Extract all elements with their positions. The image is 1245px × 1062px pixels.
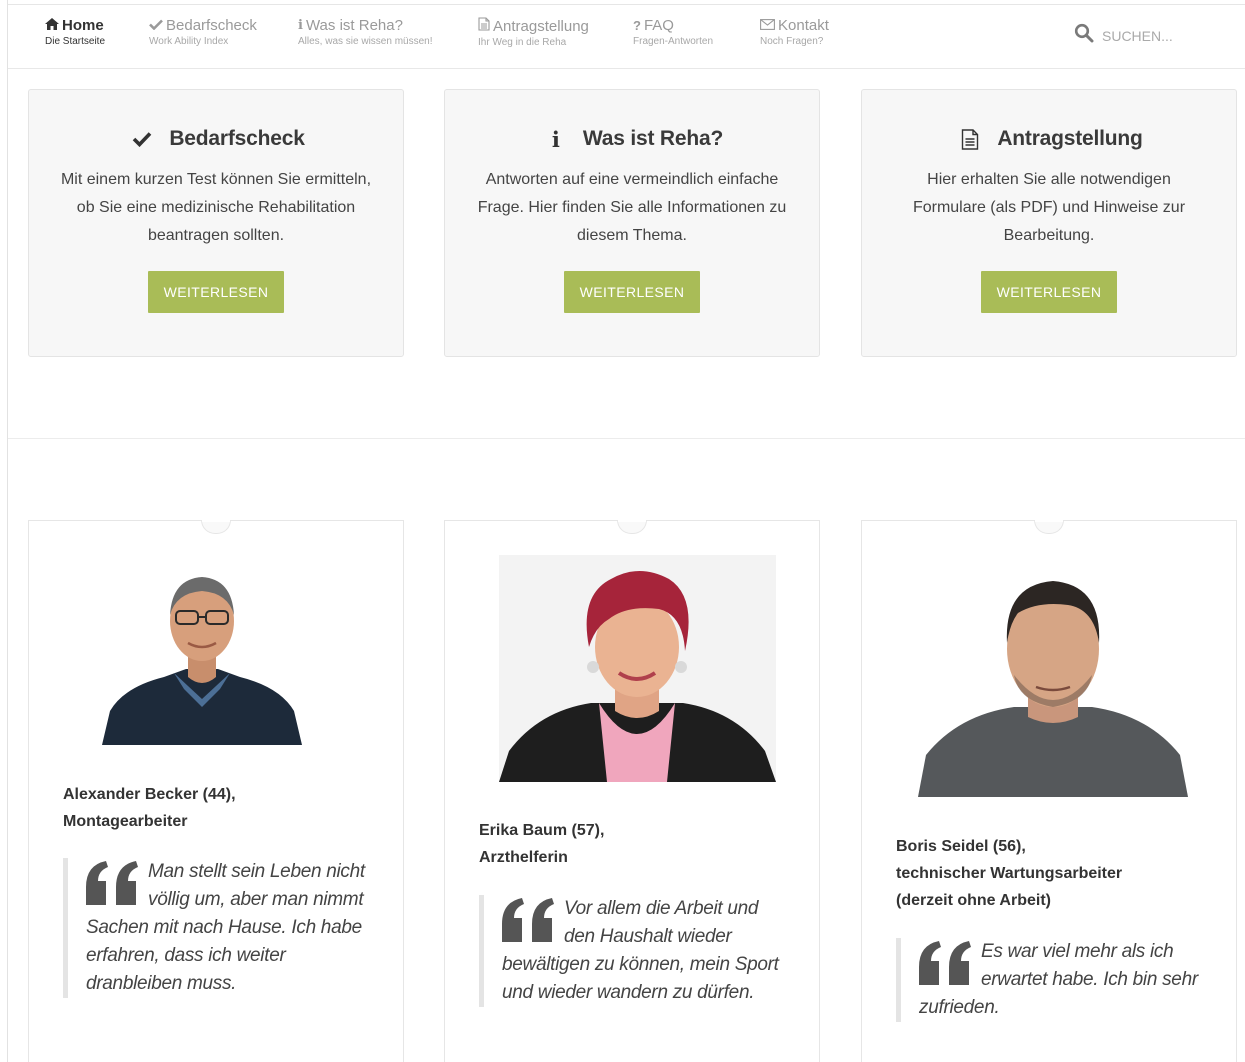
search-icon[interactable] [1074,23,1094,48]
person-role-note: (derzeit ohne Arbeit) [896,892,1051,909]
nav-home-sub: Die Startseite [45,36,106,47]
nav-kontakt-sub: Noch Fragen? [760,36,824,47]
feature-box-antragstellung: Antragstellung Hier erhalten Sie alle no… [861,89,1237,357]
person-role: Arzthelferin [479,849,568,866]
testimonial-card-erika: Erika Baum (57), Arzthelferin Vor allem … [444,519,820,1062]
nav-item-kontakt[interactable]: Kontakt Noch Fragen? [760,17,829,48]
testimonial-quote: Man stellt sein Leben nicht völlig um, a… [63,858,373,998]
home-icon [45,17,59,35]
quote-icon [86,861,138,905]
check-icon [127,131,157,147]
nav-antrag-sub: Ihr Weg in die Reha [478,37,567,48]
quote-icon [502,898,554,942]
nav-item-home[interactable]: Home Die Startseite [45,17,105,48]
info-icon: i [551,126,560,152]
testimonial-quote: Es war viel mehr als ich erwartet habe. … [896,938,1206,1022]
search-input[interactable] [1102,27,1245,44]
feature-text: Mit einem kurzen Test können Sie ermitte… [60,171,372,244]
section-divider [8,438,1245,439]
envelope-icon [760,17,775,35]
nav-reha-sub: Alles, was sie wissen müssen! [298,36,433,47]
document-icon [478,17,490,36]
search-box[interactable] [1074,23,1245,48]
person-name: Boris Seidel (56), [896,838,1026,855]
nav-item-faq[interactable]: ? FAQ Fragen-Antworten [633,17,713,48]
person-photo-erika [499,555,776,782]
testimonial-quote: Vor allem die Arbeit und den Haushalt wi… [479,895,789,1007]
person-photo-alexander [102,565,302,745]
person-name: Erika Baum (57), [479,822,605,839]
weiterlesen-button-bedarfscheck[interactable]: WEITERLESEN [148,271,284,313]
nav-item-antragstellung[interactable]: Antragstellung Ihr Weg in die Reha [478,17,589,49]
main-navigation: Home Die Startseite Bedarfscheck Work Ab… [8,5,1245,69]
testimonial-person: Erika Baum (57), Arzthelferin [479,817,604,871]
feature-title: Antragstellung [997,127,1143,150]
info-icon: i [298,18,303,33]
person-photo-boris [918,565,1188,797]
nav-bedarfscheck-sub: Work Ability Index [149,36,229,47]
person-name: Alexander Becker (44), [63,786,236,803]
card-notch [201,520,231,534]
nav-bedarfscheck-label: Bedarfscheck [166,17,257,34]
weiterlesen-button-antragstellung[interactable]: WEITERLESEN [981,271,1117,313]
nav-item-was-ist-reha[interactable]: i Was ist Reha? Alles, was sie wissen mü… [298,17,433,48]
card-notch [1034,520,1064,534]
testimonial-card-boris: Boris Seidel (56), technischer Wartungsa… [861,519,1237,1062]
question-icon: ? [633,18,641,33]
nav-home-label: Home [62,17,104,34]
nav-reha-label: Was ist Reha? [305,17,403,34]
nav-faq-label: FAQ [643,17,674,34]
person-role: technischer Wartungsarbeiter [896,865,1123,882]
testimonial-card-alexander: Alexander Becker (44), Montagearbeiter M… [28,519,404,1062]
nav-faq-sub: Fragen-Antworten [633,36,714,47]
feature-box-was-ist-reha: i Was ist Reha? Antworten auf eine verme… [444,89,820,357]
document-icon [955,128,985,150]
check-icon [149,17,163,35]
feature-title: Bedarfscheck [169,127,305,150]
testimonial-person: Boris Seidel (56), technischer Wartungsa… [896,833,1122,914]
feature-title: Was ist Reha? [582,127,724,150]
page-frame [0,0,8,1062]
feature-text: Hier erhalten Sie alle notwendigen Formu… [912,171,1186,244]
nav-kontakt-label: Kontakt [778,17,829,34]
quote-icon [919,941,971,985]
nav-antrag-label: Antragstellung [493,17,589,35]
nav-item-bedarfscheck[interactable]: Bedarfscheck Work Ability Index [149,17,257,48]
testimonial-person: Alexander Becker (44), Montagearbeiter [63,781,236,835]
card-notch [617,520,647,534]
feature-box-bedarfscheck: Bedarfscheck Mit einem kurzen Test könne… [28,89,404,357]
feature-text: Antworten auf eine vermeindlich einfache… [477,171,787,244]
person-role: Montagearbeiter [63,813,188,830]
weiterlesen-button-reha[interactable]: WEITERLESEN [564,271,700,313]
